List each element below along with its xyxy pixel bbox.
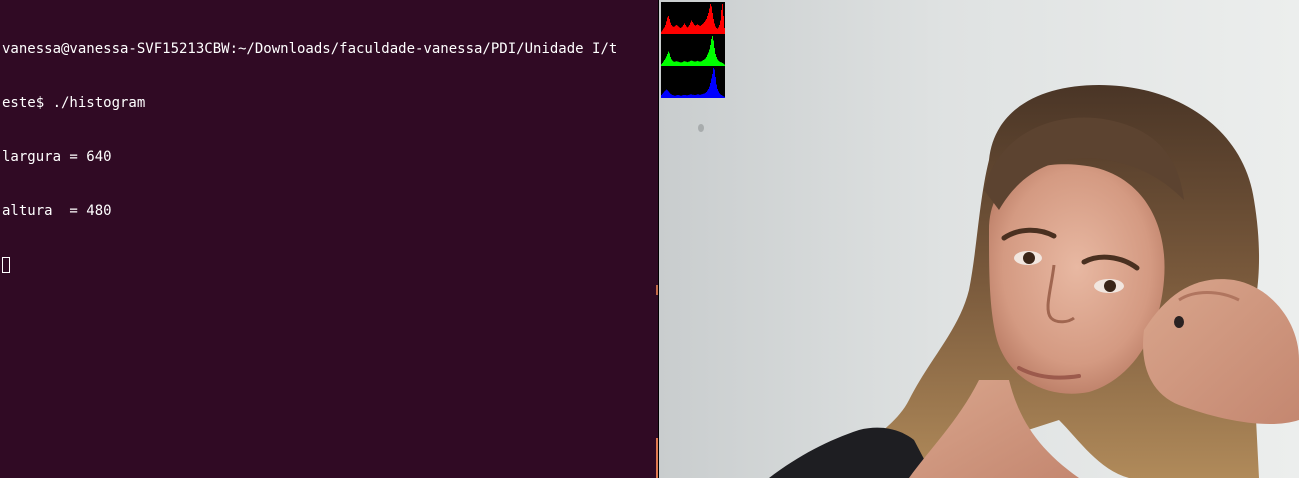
- left-iris: [1023, 252, 1035, 264]
- text-cursor: [2, 257, 10, 273]
- histogram-channel-2: [661, 68, 725, 98]
- window-edge-marker: [656, 438, 658, 478]
- fingernail: [1174, 316, 1184, 328]
- right-iris: [1104, 280, 1116, 292]
- window-edge-marker: [656, 285, 658, 295]
- terminal-output-height: altura = 480: [2, 203, 112, 219]
- terminal-command-line: este$ ./histogram: [2, 95, 146, 111]
- terminal-output: vanessa@vanessa-SVF15213CBW:~/Downloads/…: [2, 4, 658, 310]
- webcam-frame: [659, 0, 1299, 478]
- terminal-output-width: largura = 640: [2, 149, 112, 165]
- histogram-channel-1: [661, 36, 725, 66]
- terminal-prompt-line: vanessa@vanessa-SVF15213CBW:~/Downloads/…: [2, 41, 618, 57]
- histogram-channel-0: [661, 4, 725, 34]
- terminal-window[interactable]: vanessa@vanessa-SVF15213CBW:~/Downloads/…: [0, 0, 658, 478]
- rgb-histogram: [661, 4, 725, 98]
- camera-image-window[interactable]: [659, 0, 1299, 478]
- histogram-panel: [661, 2, 725, 98]
- terminal-input-line[interactable]: [2, 256, 658, 274]
- wall-mark: [698, 124, 704, 132]
- desktop-screen: vanessa@vanessa-SVF15213CBW:~/Downloads/…: [0, 0, 1299, 478]
